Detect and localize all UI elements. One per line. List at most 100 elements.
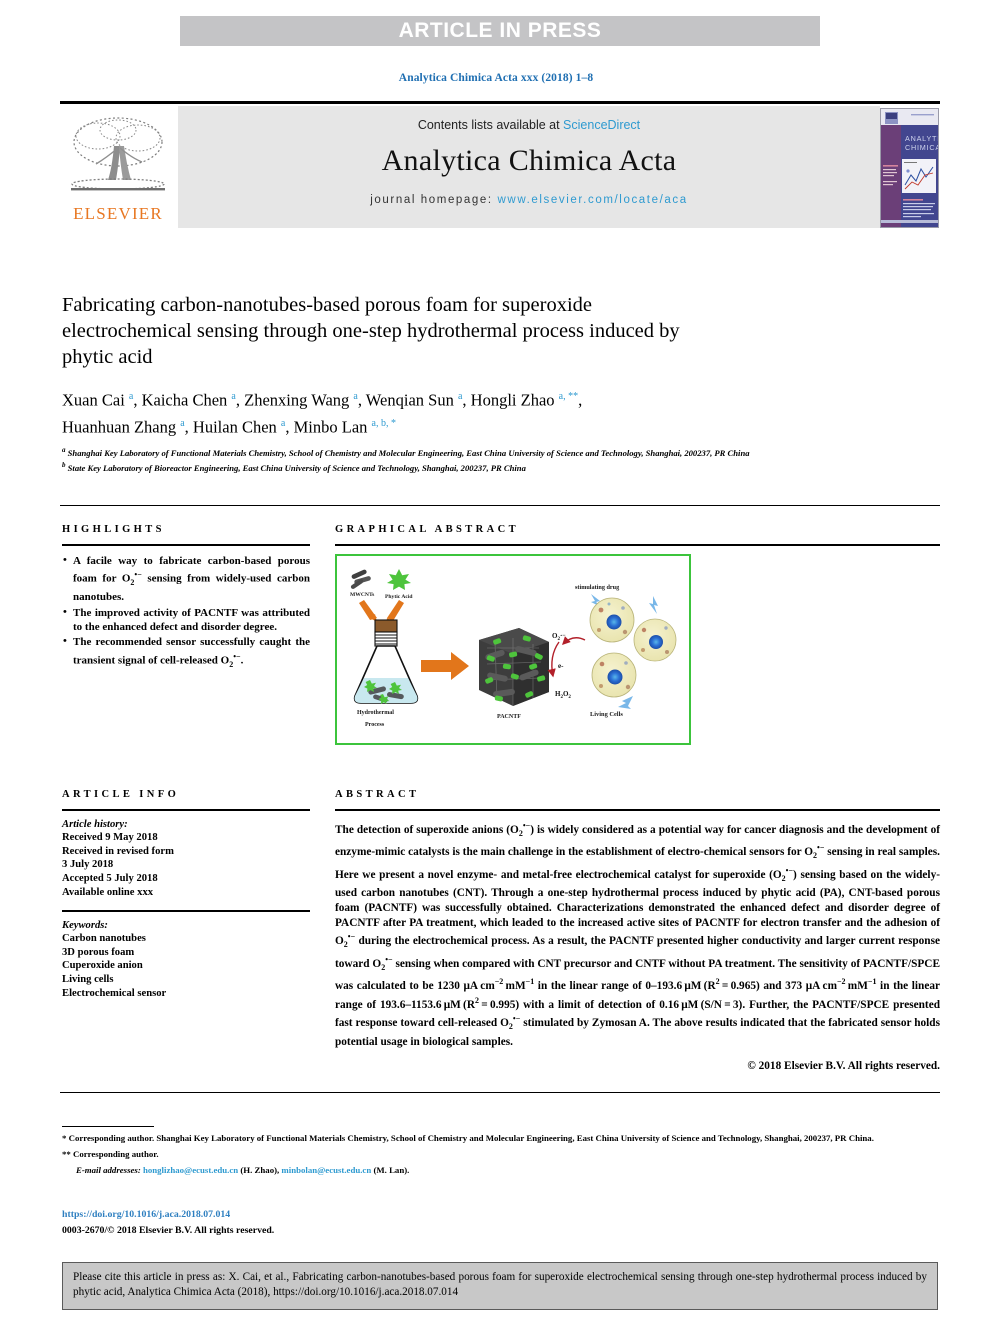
running-head: Analytica Chimica Acta xxx (2018) 1–8	[398, 72, 594, 84]
abstract-rule	[335, 809, 940, 811]
highlights-list: A facile way to fabricate carbon-based p…	[62, 553, 310, 673]
hydrothermal-flask-icon	[353, 619, 419, 704]
graphical-abstract-section: GRAPHICAL ABSTRACT MWCNTs Phytic Acid Hy…	[335, 524, 940, 745]
contents-prefix: Contents lists available at	[417, 118, 564, 132]
highlights-rule	[62, 544, 310, 546]
journal-cover-art: ANALYTICA CHIMICA ACTA	[881, 109, 938, 227]
elsevier-logo: ELSEVIER	[62, 110, 174, 226]
living-cell-icon	[589, 597, 635, 642]
email-link-lan[interactable]: minbolan@ecust.edu.cn	[281, 1165, 371, 1175]
mwcnt-icon	[350, 569, 371, 589]
email-owner-zhao: (H. Zhao),	[240, 1164, 280, 1175]
content-bottom-rule	[60, 1092, 940, 1094]
graphical-abstract-svg: MWCNTs Phytic Acid Hydrothermal Process …	[350, 568, 677, 728]
masthead-top-rule	[60, 101, 940, 104]
journal-homepage-link[interactable]: www.elsevier.com/locate/aca	[498, 194, 688, 206]
reaction-arrows-icon	[547, 635, 586, 677]
article-info-separator	[62, 910, 310, 912]
journal-cover-thumbnail: ANALYTICA CHIMICA ACTA	[880, 108, 939, 228]
article-in-press-label: ARTICLE IN PRESS	[398, 19, 602, 42]
svg-text:PACNTF: PACNTF	[497, 714, 521, 720]
living-cell-icon	[591, 652, 637, 697]
article-info-rule	[62, 809, 310, 811]
phytic-acid-icon	[387, 568, 411, 590]
sciencedirect-link[interactable]: ScienceDirect	[563, 118, 640, 132]
masthead-center: Contents lists available at ScienceDirec…	[178, 106, 880, 228]
svg-text:O2·−: O2·−	[552, 632, 566, 642]
abstract-section: ABSTRACT The detection of superoxide ani…	[335, 789, 940, 1072]
homepage-prefix: journal homepage:	[370, 194, 498, 206]
affiliation-a: a Shanghai Key Laboratory of Functional …	[62, 446, 750, 458]
list-item: A facile way to fabricate carbon-based p…	[62, 553, 310, 605]
graphical-abstract-heading: GRAPHICAL ABSTRACT	[335, 524, 520, 535]
article-info-section: ARTICLE INFO Article history: Received 9…	[62, 789, 310, 1000]
svg-text:Phytic Acid: Phytic Acid	[385, 594, 413, 600]
publisher-logo-cell: ELSEVIER	[60, 106, 178, 228]
list-item: The improved activity of PACNTF was attr…	[62, 605, 310, 635]
journal-masthead: ELSEVIER Contents lists available at Sci…	[60, 106, 940, 228]
author-line-2: Huanhuan Zhang a, Huilan Chen a, Minbo L…	[62, 417, 396, 436]
citation-notice-text: Please cite this article in press as: X.…	[73, 1271, 927, 1298]
svg-text:stimulating drug: stimulating drug	[575, 584, 620, 591]
affiliations: a Shanghai Key Laboratory of Functional …	[62, 444, 852, 474]
history-line: Accepted 5 July 2018	[62, 872, 158, 884]
svg-text:Hydrothermal: Hydrothermal	[357, 710, 394, 716]
svg-text:MWCNTs: MWCNTs	[350, 592, 375, 598]
graphical-abstract-rule	[335, 544, 940, 546]
affiliation-b-text: State Key Laboratory of Bioreactor Engin…	[67, 462, 526, 473]
keyword-item: Cuperoxide anion	[62, 960, 143, 972]
process-arrow-icon	[421, 651, 469, 680]
email-link-zhao[interactable]: honglizhao@ecust.edu.cn	[143, 1165, 238, 1175]
affiliation-a-text: Shanghai Key Laboratory of Functional Ma…	[67, 447, 750, 458]
corresponding-author-note-1: * Corresponding author. Shanghai Key Lab…	[62, 1133, 874, 1143]
doi-link[interactable]: https://doi.org/10.1016/j.aca.2018.07.01…	[62, 1209, 230, 1220]
article-info-heading: ARTICLE INFO	[62, 789, 180, 800]
history-line: Available online xxx	[62, 886, 154, 898]
history-line: Received in revised form	[62, 845, 174, 857]
svg-text:Process: Process	[365, 722, 385, 728]
footnote-rule	[62, 1126, 154, 1128]
email-owner-lan: (M. Lan).	[373, 1164, 410, 1175]
abstract-heading: ABSTRACT	[335, 789, 420, 800]
email-addresses-line: E-mail addresses: honglizhao@ecust.edu.c…	[62, 1164, 942, 1176]
abstract-copyright: © 2018 Elsevier B.V. All rights reserved…	[747, 1060, 940, 1073]
svg-text:Living Cells: Living Cells	[590, 711, 623, 718]
history-line: 3 July 2018	[62, 859, 114, 871]
article-in-press-banner: ARTICLE IN PRESS	[180, 16, 820, 46]
pacntf-foam-icon	[479, 627, 549, 706]
content-top-rule	[60, 505, 940, 507]
keyword-item: 3D porous foam	[62, 946, 135, 958]
history-line: Received 9 May 2018	[62, 832, 158, 844]
paper-page: ARTICLE IN PRESS Analytica Chimica Acta …	[0, 0, 992, 1323]
keywords-label: Keywords:	[62, 919, 108, 931]
svg-text:ANALYTICA: ANALYTICA	[905, 134, 938, 143]
footnotes-block: * Corresponding author. Shanghai Key Lab…	[62, 1132, 942, 1176]
living-cell-icon	[633, 618, 677, 661]
svg-text:H2O2: H2O2	[555, 690, 571, 700]
contents-available-line: Contents lists available at ScienceDirec…	[178, 118, 880, 132]
page-title: Fabricating carbon-nanotubes-based porou…	[62, 294, 680, 368]
highlights-section: HIGHLIGHTS A facile way to fabricate car…	[62, 524, 310, 673]
journal-cover-cell: ANALYTICA CHIMICA ACTA	[880, 106, 940, 228]
email-addresses-label: E-mail addresses:	[76, 1164, 141, 1175]
keyword-item: Living cells	[62, 974, 114, 986]
article-history-label: Article history:	[62, 818, 128, 830]
abstract-text: The detection of superoxide anions (O2•−…	[335, 820, 941, 1048]
author-line-1: Xuan Cai a, Kaicha Chen a, Zhenxing Wang…	[62, 390, 583, 410]
graphical-abstract-figure: MWCNTs Phytic Acid Hydrothermal Process …	[335, 553, 691, 745]
svg-text:e-: e-	[558, 662, 564, 670]
affiliation-b: b State Key Laboratory of Bioreactor Eng…	[62, 461, 526, 473]
elsevier-wordmark: ELSEVIER	[73, 204, 163, 223]
highlights-heading: HIGHLIGHTS	[62, 524, 165, 535]
article-history-block: Article history: Received 9 May 2018 Rec…	[62, 818, 310, 900]
keyword-item: Electrochemical sensor	[62, 987, 167, 999]
keywords-block: Keywords: Carbon nanotubes 3D porous foa…	[62, 919, 310, 1001]
keyword-item: Carbon nanotubes	[62, 933, 146, 945]
svg-text:CHIMICA ACTA: CHIMICA ACTA	[905, 143, 938, 152]
journal-title: Analytica Chimica Acta	[381, 144, 677, 177]
journal-homepage-line: journal homepage: www.elsevier.com/locat…	[178, 194, 880, 206]
list-item: The recommended sensor successfully caug…	[62, 634, 310, 672]
author-list: Xuan Cai a, Kaicha Chen a, Zhenxing Wang…	[62, 385, 852, 438]
corresponding-author-note-2: ** Corresponding author.	[62, 1149, 159, 1160]
citation-notice-box: Please cite this article in press as: X.…	[62, 1262, 938, 1310]
